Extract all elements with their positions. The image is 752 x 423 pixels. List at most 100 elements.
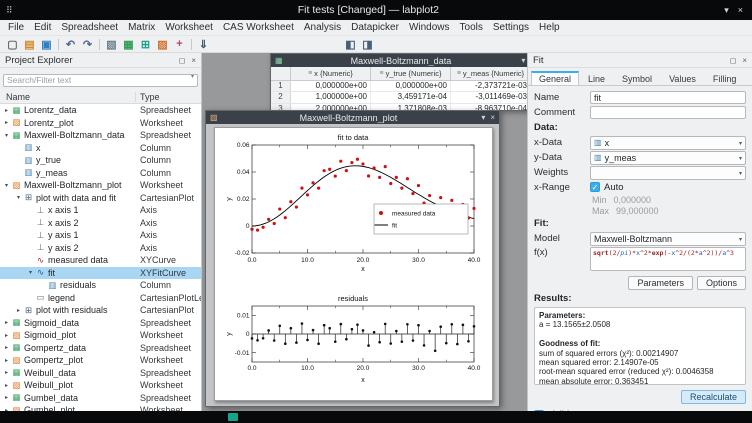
tree-row-plot-with-residuals[interactable]: ▸⊞plot with residualsCartesianPlot (0, 304, 201, 317)
menu-datapicker[interactable]: Datapicker (346, 22, 404, 33)
search-input[interactable] (3, 74, 198, 87)
tab-line[interactable]: Line (580, 72, 613, 85)
close-icon[interactable]: × (742, 56, 747, 65)
tab-filling[interactable]: Filling (705, 72, 745, 85)
close-icon[interactable]: × (191, 56, 196, 65)
tab-symbol[interactable]: Symbol (614, 72, 660, 85)
tree-row-fit[interactable]: ▾∿fitXYFitCurve (0, 267, 201, 280)
app-grid-icon[interactable]: ⠿ (6, 5, 13, 16)
tree-row-sigmoid-plot[interactable]: ▸▨Sigmoid_plotWorksheet (0, 329, 201, 342)
column-header-type[interactable]: Type (136, 92, 201, 102)
menu-worksheet[interactable]: Worksheet (160, 22, 218, 33)
recalculate-button[interactable]: Recalculate (681, 390, 746, 404)
menu-analysis[interactable]: Analysis (299, 22, 346, 33)
plot-legend[interactable]: measured datafit (374, 204, 468, 234)
spreadsheet-column-header[interactable]: ≡y_meas {Numeric} (451, 67, 527, 80)
expander-closed-icon[interactable]: ▸ (2, 382, 11, 389)
menu-edit[interactable]: Edit (29, 22, 56, 33)
menu-help[interactable]: Help (534, 22, 565, 33)
new-spreadsheet-button[interactable]: ▦ (120, 37, 137, 52)
expander-closed-icon[interactable]: ▸ (14, 307, 23, 314)
worksheet-page[interactable]: fit to data0.010.020.030.040.0-0.0200.02… (214, 127, 493, 401)
spreadsheet-window[interactable]: ▦ Maxwell-Boltzmann_data ▾ × ≡x {Numeric… (270, 53, 527, 111)
row-number-cell[interactable]: 2 (271, 92, 291, 102)
tree-row-weibull-data[interactable]: ▸▦Weibull_dataSpreadsheet (0, 367, 201, 380)
window-shade-icon[interactable]: ▾ (481, 113, 485, 122)
window-shade-icon[interactable]: ▾ (521, 56, 525, 65)
comment-input[interactable] (590, 106, 746, 119)
tree-row-x-axis-1[interactable]: ⊥x axis 1Axis (0, 204, 201, 217)
toggle-properties-dock-button[interactable]: ◨ (359, 37, 376, 52)
spreadsheet-cell[interactable]: -3,011469e-03 (451, 92, 527, 102)
weights-combobox[interactable]: ▾ (590, 166, 746, 180)
worksheet-view[interactable]: fit to data0.010.020.030.040.0-0.0200.02… (206, 124, 499, 406)
new-datapicker-button[interactable]: + (171, 37, 188, 52)
tab-general[interactable]: General (531, 71, 579, 85)
options-button[interactable]: Options (697, 276, 746, 290)
tree-row-y-true[interactable]: ▥y_trueColumn (0, 154, 201, 167)
expander-closed-icon[interactable]: ▸ (2, 332, 11, 339)
expander-open-icon[interactable]: ▾ (2, 132, 11, 139)
tree-row-plot-with-data-and-fit[interactable]: ▾⊞plot with data and fitCartesianPlot (0, 192, 201, 205)
expander-closed-icon[interactable]: ▸ (2, 107, 11, 114)
save-project-button[interactable]: ▣ (38, 37, 55, 52)
tree-row-lorentz-plot[interactable]: ▸▨Lorentz_plotWorksheet (0, 117, 201, 130)
new-worksheet-button[interactable]: ▨ (154, 37, 171, 52)
menu-tools[interactable]: Tools (455, 22, 488, 33)
expander-open-icon[interactable]: ▾ (2, 182, 11, 189)
spreadsheet-cell[interactable]: 0,000000e+00 (291, 81, 371, 91)
parameters-button[interactable]: Parameters (628, 276, 693, 290)
redo-button[interactable]: ↷ (79, 37, 96, 52)
row-number-cell[interactable]: 1 (271, 81, 291, 91)
expander-closed-icon[interactable]: ▸ (2, 319, 11, 326)
expander-open-icon[interactable]: ▾ (14, 194, 23, 201)
expander-closed-icon[interactable]: ▸ (2, 357, 11, 364)
undo-button[interactable]: ↶ (62, 37, 79, 52)
spreadsheet-column-header[interactable]: ≡y_true {Numeric} (371, 67, 451, 80)
tree-row-y-meas[interactable]: ▥y_measColumn (0, 167, 201, 180)
residuals-plot-canvas[interactable]: residuals0.010.020.030.040.0-0.0100.01xy (224, 294, 482, 390)
spreadsheet-window-titlebar[interactable]: ▦ Maxwell-Boltzmann_data ▾ × (271, 54, 527, 67)
tree-row-gompertz-plot[interactable]: ▸▨Gompertz_plotWorksheet (0, 354, 201, 367)
tree-row-residuals[interactable]: ▥residualsColumn (0, 279, 201, 292)
worksheet-window[interactable]: ▨ Maxwell-Boltzmann_plot ▾ × fit to data… (205, 110, 500, 407)
new-workbook-button[interactable]: ▧ (103, 37, 120, 52)
spreadsheet-cell[interactable]: 3,459171e-04 (371, 92, 451, 102)
column-header-name[interactable]: Name (0, 92, 136, 102)
menu-matrix[interactable]: Matrix (123, 22, 160, 33)
window-shade-icon[interactable]: ▾ (724, 5, 729, 16)
new-project-button[interactable]: ▢ (4, 37, 21, 52)
fit-plot-canvas[interactable]: fit to data0.010.020.030.040.0-0.0200.02… (224, 132, 482, 284)
menu-cas-worksheet[interactable]: CAS Worksheet (218, 22, 299, 33)
tree-row-measured-data[interactable]: ∿measured dataXYCurve (0, 254, 201, 267)
spreadsheet-column-header[interactable]: ≡x {Numeric} (291, 67, 371, 80)
spreadsheet-cell[interactable]: 1,000000e+00 (291, 92, 371, 102)
menu-spreadsheet[interactable]: Spreadsheet (56, 22, 123, 33)
tree-row-lorentz-data[interactable]: ▸▦Lorentz_dataSpreadsheet (0, 104, 201, 117)
tree-row-y-axis-1[interactable]: ⊥y axis 1Axis (0, 229, 201, 242)
import-data-button[interactable]: ⇓ (195, 37, 212, 52)
menu-file[interactable]: File (3, 22, 29, 33)
y-data-combobox[interactable]: ▥ y_meas ▾ (590, 151, 746, 165)
name-input[interactable] (590, 91, 746, 104)
tree-row-y-axis-2[interactable]: ⊥y axis 2Axis (0, 242, 201, 255)
tree-row-sigmoid-data[interactable]: ▸▦Sigmoid_dataSpreadsheet (0, 317, 201, 330)
auto-checkbox[interactable]: ✓ (590, 182, 600, 192)
worksheet-window-titlebar[interactable]: ▨ Maxwell-Boltzmann_plot ▾ × (206, 111, 499, 124)
window-close-icon[interactable]: × (738, 5, 743, 15)
tree-row-gumbel-plot[interactable]: ▸▨Gumbel_plotWorksheet (0, 404, 201, 411)
spreadsheet-cell[interactable]: 0,000000e+00 (371, 81, 451, 91)
chevron-down-icon[interactable]: ▾ (191, 73, 194, 80)
new-matrix-button[interactable]: ⊞ (137, 37, 154, 52)
close-icon[interactable]: × (490, 113, 495, 122)
spreadsheet-cell[interactable]: -2,373721e-03 (451, 81, 527, 91)
toggle-project-explorer-button[interactable]: ◧ (342, 37, 359, 52)
expander-closed-icon[interactable]: ▸ (2, 369, 11, 376)
float-icon[interactable]: ◻ (730, 56, 737, 65)
tree-row-x[interactable]: ▥xColumn (0, 142, 201, 155)
tree-row-maxwell-boltzmann-plot[interactable]: ▾▨Maxwell-Boltzmann_plotWorksheet (0, 179, 201, 192)
float-icon[interactable]: ◻ (179, 56, 186, 65)
expander-open-icon[interactable]: ▾ (26, 269, 35, 276)
tree-row-weibull-plot[interactable]: ▸▨Weibull_plotWorksheet (0, 379, 201, 392)
tree-row-legend[interactable]: ▭legendCartesianPlotLegend (0, 292, 201, 305)
